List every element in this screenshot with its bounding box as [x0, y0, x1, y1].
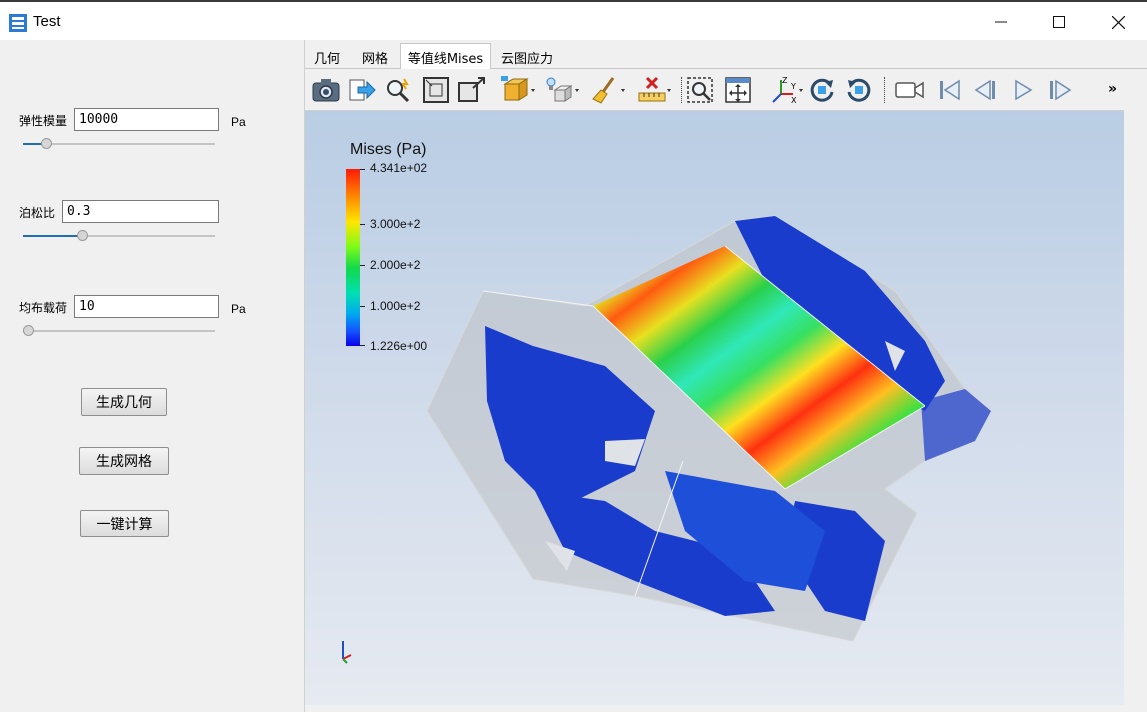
play-button[interactable] [1008, 75, 1038, 105]
poisson-ratio-slider[interactable] [23, 230, 215, 241]
previous-frame-button[interactable] [971, 75, 1001, 105]
elastic-modulus-input[interactable]: 10000 [74, 108, 219, 131]
representation-button[interactable] [501, 75, 537, 105]
axes-button[interactable]: ZYX [769, 75, 805, 105]
video-camera-icon [895, 81, 924, 99]
first-frame-icon [940, 79, 960, 101]
close-button[interactable] [1089, 4, 1147, 40]
first-frame-button[interactable] [935, 75, 965, 105]
zoom-box-button[interactable] [457, 75, 487, 105]
record-camera-button[interactable] [895, 75, 925, 105]
svg-text:X: X [791, 96, 797, 104]
legend-title: Mises (Pa) [350, 141, 427, 158]
rotate-cw-button[interactable] [807, 75, 837, 105]
export-button[interactable] [347, 75, 377, 105]
ruler-button[interactable] [637, 75, 673, 105]
legend-label: 1.000e+2 [370, 299, 421, 313]
parameter-panel: 弹性模量 10000 Pa 泊松比 0.3 均布载荷 10 Pa 生成几何 生成… [0, 40, 304, 712]
tab-mesh[interactable]: 网格 [355, 45, 395, 69]
distributed-load-unit: Pa [231, 302, 246, 316]
elastic-modulus-slider-thumb[interactable] [41, 138, 52, 149]
clear-button[interactable] [591, 75, 627, 105]
resize-box-icon [458, 77, 485, 102]
pick-button[interactable] [383, 75, 413, 105]
zoom-region-icon [687, 77, 713, 103]
zoom-region-button[interactable] [685, 75, 715, 105]
screenshot-button[interactable] [311, 75, 341, 105]
rotate-ccw-button[interactable] [844, 75, 874, 105]
one-click-compute-button[interactable]: 一键计算 [80, 510, 169, 537]
legend-label: 3.000e+2 [370, 217, 421, 231]
toolbar-overflow-button[interactable]: » [1108, 81, 1117, 97]
poisson-ratio-input[interactable]: 0.3 [62, 200, 219, 223]
poisson-ratio-label: 泊松比 [19, 206, 56, 220]
tab-mises-contour[interactable]: 等值线Mises [400, 43, 491, 70]
close-icon [1111, 15, 1125, 29]
maximize-button[interactable] [1030, 4, 1088, 40]
legend-tick [360, 224, 365, 225]
distributed-load-slider[interactable] [23, 325, 215, 336]
legend-label: 2.000e+2 [370, 258, 421, 272]
lighting-button[interactable] [545, 75, 581, 105]
window-title: Test [33, 13, 61, 30]
app-icon [9, 14, 27, 32]
camera-icon [312, 79, 340, 102]
tab-geometry[interactable]: 几何 [307, 45, 347, 69]
light-bulb-cube-icon [546, 77, 579, 102]
svg-text:Z: Z [782, 76, 788, 85]
maximize-icon [1053, 16, 1065, 28]
elastic-modulus-label: 弹性模量 [19, 114, 68, 128]
distributed-load-label: 均布载荷 [19, 301, 68, 315]
view-toolbar: ZYX » [305, 69, 1124, 111]
next-frame-icon [1050, 79, 1072, 101]
cube-icon [501, 76, 535, 101]
fit-view-button[interactable] [421, 75, 451, 105]
ruler-delete-icon [638, 76, 671, 102]
axes-xyz-icon: ZYX [772, 76, 803, 104]
poisson-ratio-slider-thumb[interactable] [77, 230, 88, 241]
toolbar-separator [884, 77, 885, 103]
minimize-icon [995, 21, 1007, 23]
right-margin [1124, 69, 1147, 712]
legend-tick [360, 265, 365, 266]
legend-tick [360, 345, 365, 346]
svg-text:Y: Y [790, 82, 796, 91]
next-frame-button[interactable] [1045, 75, 1075, 105]
magnifier-spark-icon [387, 78, 410, 103]
elastic-modulus-unit: Pa [231, 115, 246, 129]
generate-mesh-button[interactable]: 生成网格 [79, 447, 169, 475]
fit-box-icon [423, 77, 449, 103]
bottom-margin [305, 705, 1124, 712]
legend-label-min: 1.226e+00 [370, 339, 428, 353]
tab-stress-cloud[interactable]: 云图应力 [499, 45, 555, 69]
export-arrow-icon [349, 79, 376, 101]
minimize-button[interactable] [972, 4, 1030, 40]
render-viewport[interactable]: Mises (Pa) 4.341e+02 3.000e+2 2.000e+2 1… [305, 111, 1124, 705]
legend-color-bar [346, 169, 360, 346]
toolbar-separator [681, 77, 682, 103]
move-arrows-icon [725, 77, 751, 103]
broom-icon [592, 77, 625, 104]
elastic-modulus-slider[interactable] [23, 138, 215, 149]
mises-stress-model [342, 215, 992, 664]
distributed-load-input[interactable]: 10 [74, 295, 219, 318]
title-bar: Test [0, 0, 1147, 40]
distributed-load-slider-thumb[interactable] [23, 325, 34, 336]
poisson-ratio-slider-fill [23, 235, 82, 237]
rotate-cw-icon [810, 78, 834, 102]
legend-tick [360, 169, 365, 170]
legend-tick [360, 306, 365, 307]
pan-button[interactable] [723, 75, 753, 105]
generate-geometry-button[interactable]: 生成几何 [81, 388, 167, 416]
legend-label-max: 4.341e+02 [370, 161, 428, 175]
tab-bar: 几何 网格 等值线Mises 云图应力 [305, 40, 1147, 70]
play-icon [1015, 79, 1033, 101]
previous-frame-icon [974, 79, 995, 101]
rotate-ccw-icon [847, 78, 871, 102]
